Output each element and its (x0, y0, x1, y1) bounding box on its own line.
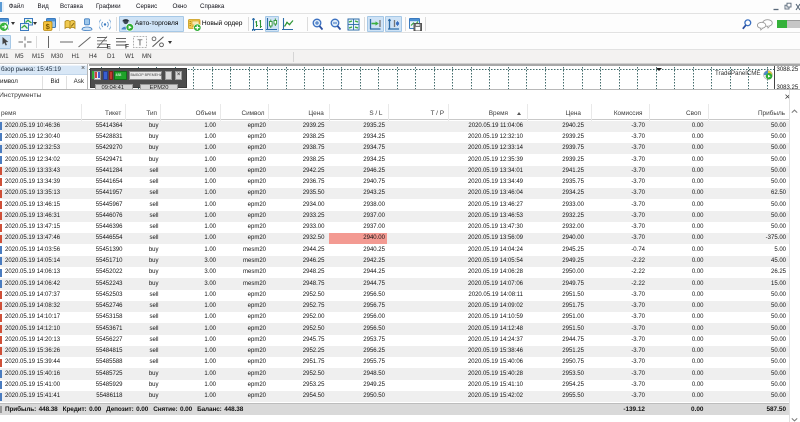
svg-text:T: T (137, 38, 142, 48)
svg-text:E: E (107, 44, 112, 50)
svg-text:F: F (125, 44, 129, 50)
